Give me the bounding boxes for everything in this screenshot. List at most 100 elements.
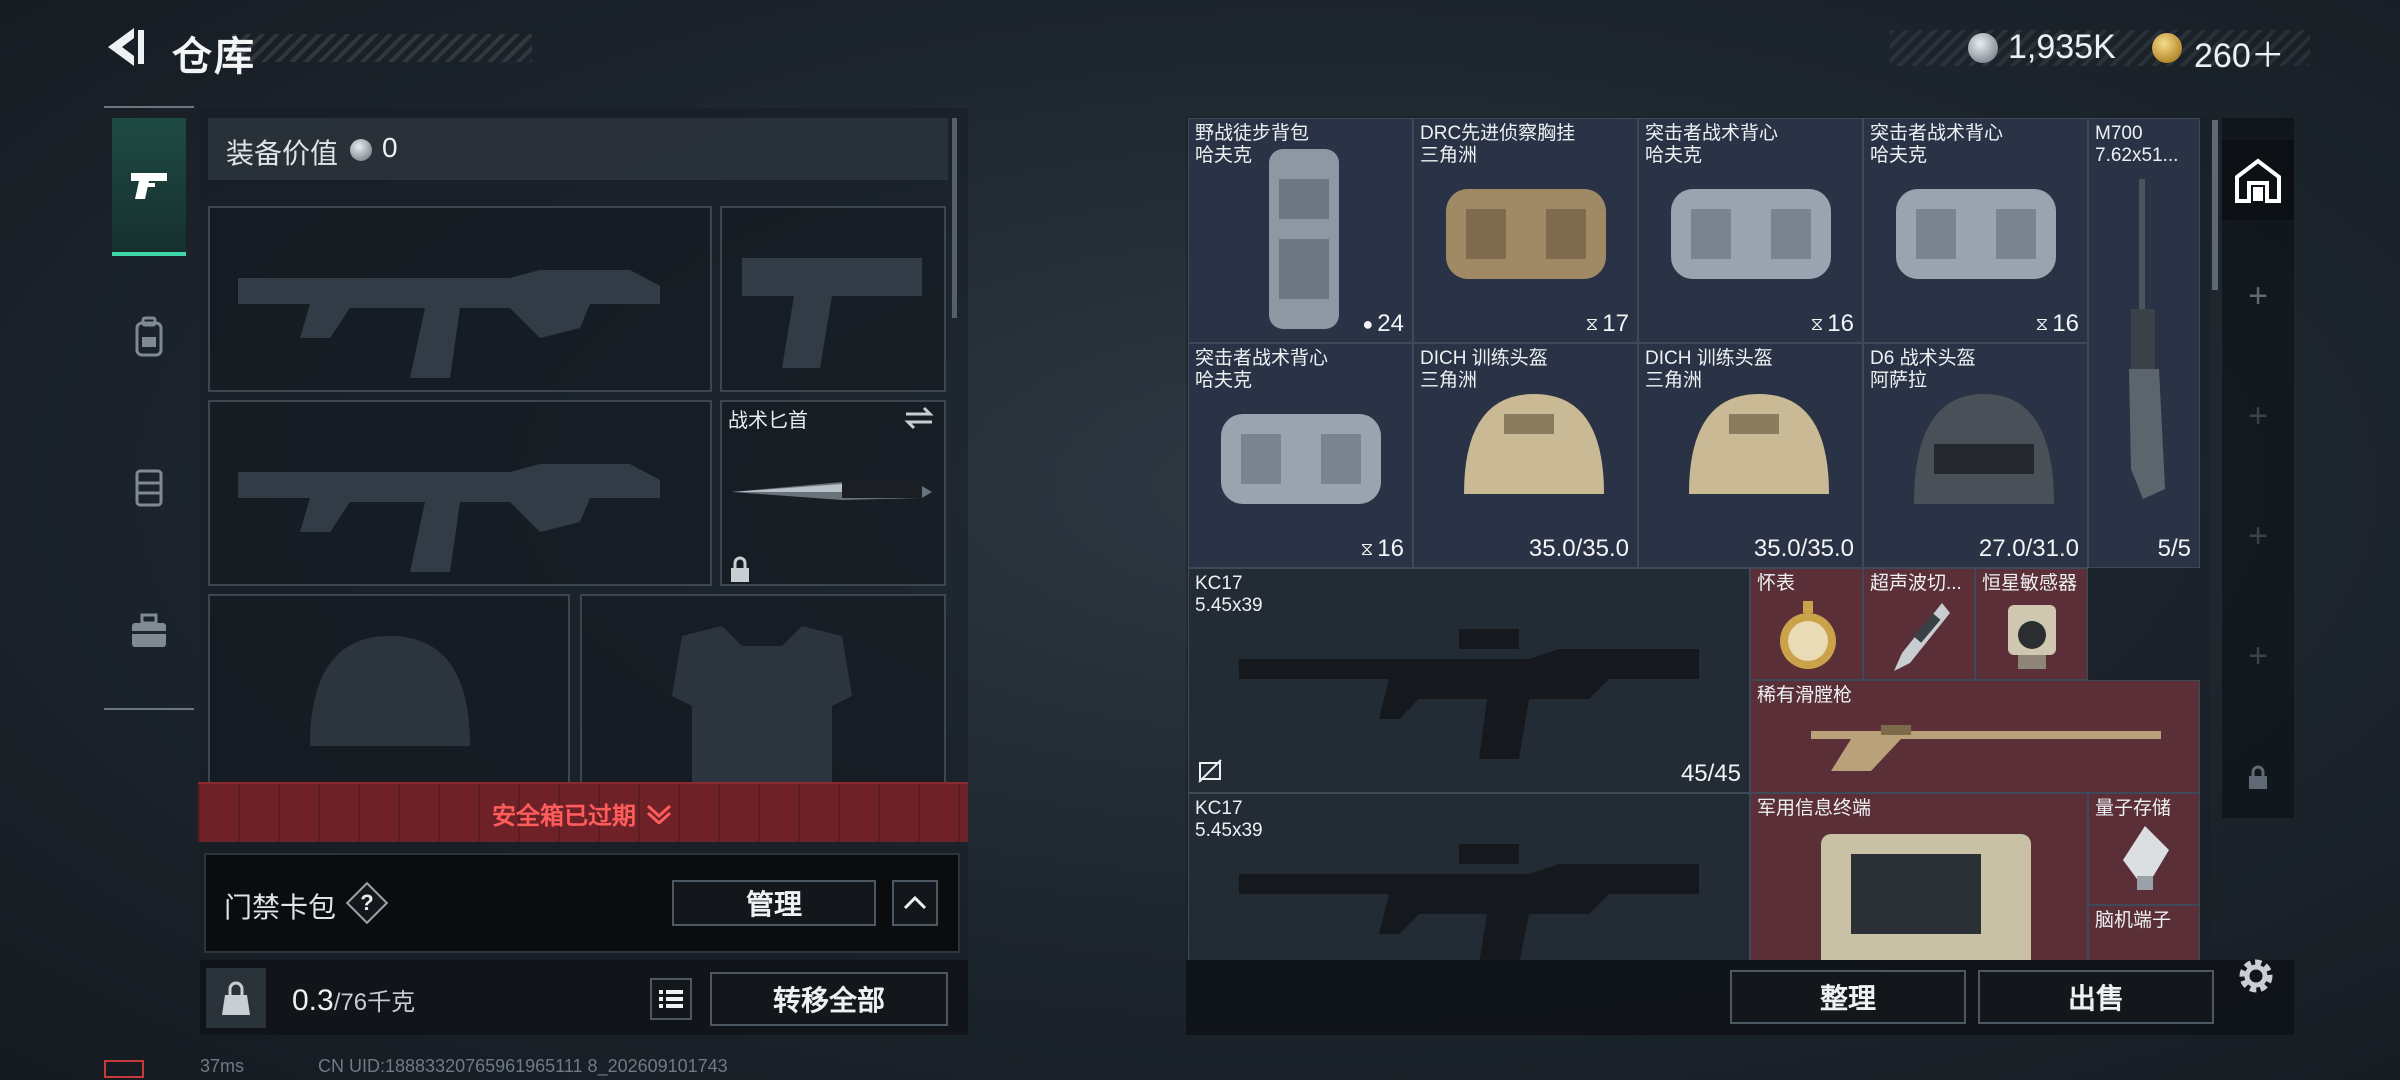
storage-item-assault-vest[interactable]: 突击者战术背心 哈夫克 ⧖ 16 — [1638, 118, 1863, 343]
item-name: KC17 — [1195, 573, 1243, 594]
lock-icon — [2249, 765, 2267, 789]
storage-item-hiking-backpack[interactable]: 野战徒步背包 哈夫克 ● 24 — [1188, 118, 1413, 343]
storage-item-pocket-watch[interactable]: 怀表 — [1750, 568, 1863, 680]
toolbox-icon — [132, 613, 166, 647]
storage-item-drc-chest-rig[interactable]: DRC先进侦察胸挂 三角洲 ⧖ 17 — [1413, 118, 1638, 343]
weight-icon — [222, 981, 250, 1015]
helmet-slot[interactable] — [208, 594, 570, 784]
add-storage-page-button[interactable]: + — [2222, 616, 2294, 696]
category-equipment-tab[interactable] — [112, 562, 186, 700]
item-durability: 35.0/35.0 — [1528, 535, 1629, 562]
storage-item-rare-musket[interactable]: 稀有滑膛枪 — [1750, 680, 2200, 793]
primary-weapon-slot[interactable] — [208, 206, 712, 392]
tactical-vest-icon — [1671, 189, 1831, 279]
list-view-button[interactable] — [650, 978, 692, 1020]
tactical-vest-icon — [1221, 414, 1381, 504]
safebox-expired-text: 安全箱已过期 — [198, 784, 968, 842]
storage-item-d6-helmet[interactable]: D6 战术头盔 阿萨拉 27.0/31.0 — [1863, 343, 2088, 568]
category-chest-rig-tab[interactable] — [112, 418, 186, 556]
warehouse-icon — [2235, 158, 2281, 203]
item-subtitle: 三角洲 — [1645, 370, 1703, 391]
user-uid: CN UID:18883320765961965111 8_2026091017… — [318, 1056, 728, 1076]
settings-button[interactable] — [2232, 952, 2280, 1000]
item-name: 突击者战术背心 — [1645, 123, 1779, 144]
list-icon — [659, 990, 683, 1008]
storage-page-tabs — [2222, 118, 2294, 818]
helmet-icon — [1464, 394, 1604, 494]
storage-item-military-terminal[interactable]: 军用信息终端 — [1750, 793, 2088, 960]
rifle-silhouette-icon — [238, 270, 660, 378]
storage-item-ultrasonic-cutter[interactable]: 超声波切... — [1863, 568, 1975, 680]
pistol-slot[interactable] — [720, 206, 946, 392]
quantum-storage-icon — [2123, 826, 2169, 890]
storage-item-brain-terminal[interactable]: 脑机端子 — [2088, 905, 2200, 960]
storage-item-kc17-rifle[interactable]: KC17 5.45x39 — [1188, 793, 1750, 960]
item-name: 脑机端子 — [2095, 910, 2172, 931]
item-subtitle: 哈夫克 — [1195, 370, 1253, 391]
storage-item-assault-vest[interactable]: 突击者战术背心 哈夫克 ⧖ 16 — [1863, 118, 2088, 343]
storage-item-dich-helmet[interactable]: DICH 训练头盔 三角洲 35.0/35.0 — [1413, 343, 1638, 568]
item-subtitle: 阿萨拉 — [1870, 370, 1928, 391]
storage-tab-main[interactable] — [2222, 140, 2294, 220]
sniper-rifle-icon — [2129, 179, 2165, 499]
category-backpack-tab[interactable] — [112, 268, 186, 406]
assault-rifle-icon — [1239, 844, 1699, 960]
chevron-up-icon — [903, 895, 927, 910]
pistol-silhouette-icon — [742, 258, 922, 368]
help-icon[interactable]: ? — [352, 888, 382, 918]
gold-currency-amount[interactable]: 260＋ — [2194, 28, 2285, 77]
helmet-icon — [1914, 394, 2054, 504]
knife-slot-label: 战术匕首 — [728, 410, 808, 432]
locked-storage-page[interactable] — [2222, 738, 2294, 818]
silver-coin-icon — [350, 139, 372, 161]
category-weapons-tab[interactable] — [112, 118, 186, 256]
silver-currency-amount: 1,935K — [2008, 28, 2116, 66]
body-armor-slot[interactable] — [580, 594, 946, 784]
add-storage-page-button[interactable]: + — [2222, 496, 2294, 576]
assault-rifle-icon — [1239, 629, 1699, 759]
manage-button[interactable]: 管理 — [672, 880, 876, 926]
item-capacity: ⧖ 16 — [1810, 310, 1854, 337]
storage-item-dich-helmet[interactable]: DICH 训练头盔 三角洲 35.0/35.0 — [1638, 343, 1863, 568]
storage-item-assault-vest[interactable]: 突击者战术背心 哈夫克 ⧖ 16 — [1188, 343, 1413, 568]
storage-item-kc17-rifle[interactable]: KC17 5.45x39 45/45 — [1188, 568, 1750, 793]
plus-icon: + — [2248, 636, 2268, 675]
item-name: 野战徒步背包 — [1195, 123, 1310, 144]
plus-icon: + — [2248, 276, 2268, 315]
storage-item-m700-rifle[interactable]: M700 7.62x51... 5/5 — [2088, 118, 2200, 568]
back-button[interactable] — [100, 22, 150, 72]
access-card-pack-label: 门禁卡包 — [224, 892, 337, 923]
chest-rig-icon — [1446, 189, 1606, 279]
item-ammo-count: 5/5 — [2157, 535, 2191, 562]
chevron-down-icon — [646, 804, 672, 824]
swap-icon[interactable] — [904, 404, 934, 432]
transfer-all-button[interactable]: 转移全部 — [710, 972, 948, 1026]
weight-readout: 0.3/76千克 — [292, 982, 415, 1018]
storage-item-star-sensor[interactable]: 恒星敏感器 — [1975, 568, 2088, 680]
storage-scrollbar[interactable] — [2212, 120, 2218, 290]
safebox-expired-banner[interactable]: 安全箱已过期 — [198, 782, 968, 842]
add-storage-page-button[interactable]: + — [2222, 256, 2294, 336]
item-name: 超声波切... — [1870, 573, 1962, 594]
item-capacity: ⧖ 17 — [1585, 310, 1629, 337]
weight-max: /76千克 — [333, 989, 416, 1016]
sort-button[interactable]: 整理 — [1730, 970, 1966, 1024]
storage-item-quantum-storage[interactable]: 量子存储 — [2088, 793, 2200, 905]
helmet-icon — [1689, 394, 1829, 494]
item-name: 稀有滑膛枪 — [1757, 685, 1853, 706]
secondary-weapon-slot[interactable] — [208, 400, 712, 586]
body-armor-silhouette-icon — [672, 626, 852, 782]
item-name: KC17 — [1195, 798, 1243, 819]
add-storage-page-button[interactable]: + — [2222, 376, 2294, 456]
tactical-vest-icon — [1896, 189, 2056, 279]
collapse-button[interactable] — [892, 880, 938, 926]
item-capacity: ● 24 — [1362, 310, 1404, 337]
gear-icon — [2239, 959, 2273, 993]
sell-button[interactable]: 出售 — [1978, 970, 2214, 1024]
item-durability: 27.0/31.0 — [1978, 535, 2079, 562]
loadout-scrollbar[interactable] — [952, 118, 957, 318]
rifle-silhouette-icon — [238, 464, 660, 572]
pistol-icon — [131, 173, 167, 199]
item-name: 突击者战术背心 — [1195, 348, 1329, 369]
ultrasonic-cutter-icon — [1894, 603, 1950, 671]
